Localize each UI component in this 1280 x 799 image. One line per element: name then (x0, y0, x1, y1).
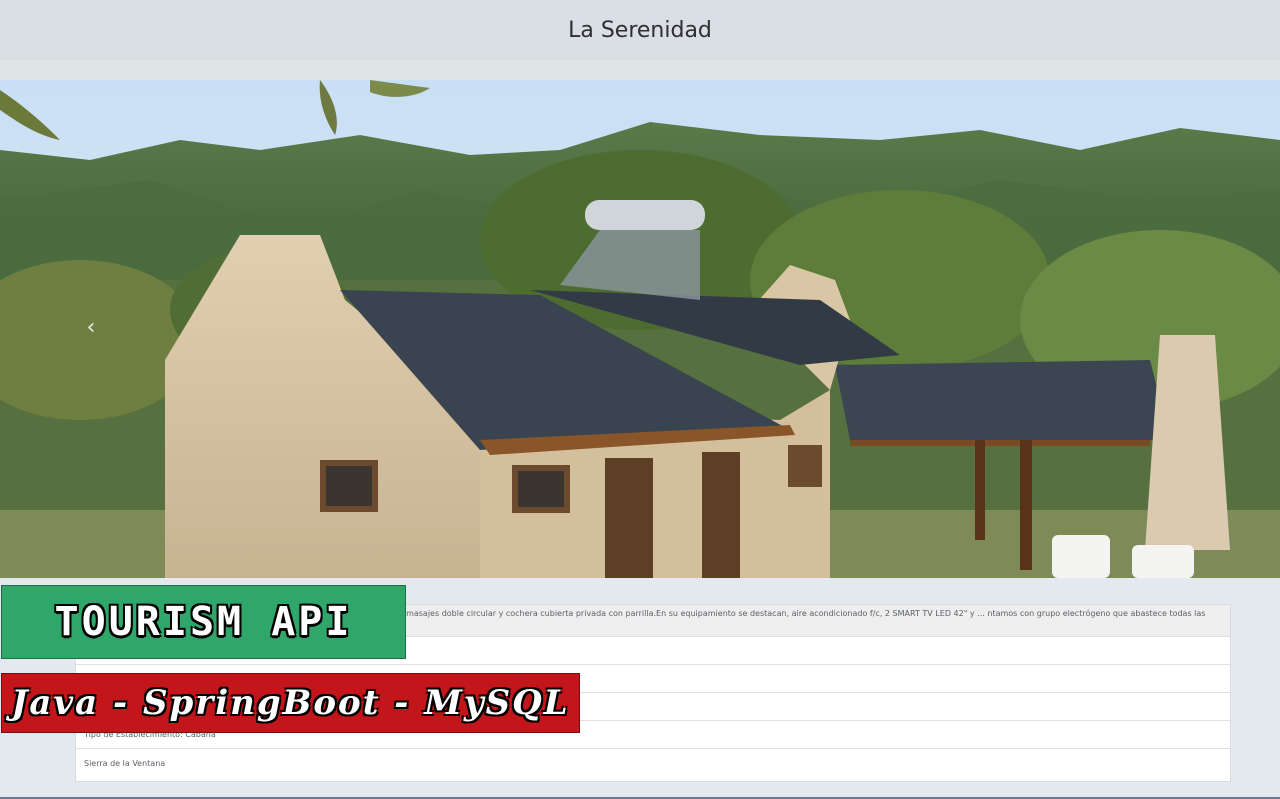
carousel-prev-button[interactable]: ‹ (80, 310, 102, 346)
location-row: Sierra de la Ventana (76, 749, 1230, 777)
image-carousel[interactable]: ‹ (0, 80, 1280, 578)
chevron-left-icon: ‹ (86, 315, 96, 340)
location-text: Sierra de la Ventana (84, 758, 166, 768)
page-title: La Serenidad (568, 17, 712, 43)
tourism-api-banner: TOURISM API (1, 585, 406, 659)
banner-stack-text: Java - SpringBoot - MySQL (11, 683, 570, 723)
banner-title: TOURISM API (54, 599, 353, 645)
page-header: La Serenidad (0, 0, 1280, 60)
carousel-image-cabin (0, 80, 1280, 578)
header-divider (0, 60, 1280, 80)
tech-stack-banner: Java - SpringBoot - MySQL (1, 673, 580, 733)
